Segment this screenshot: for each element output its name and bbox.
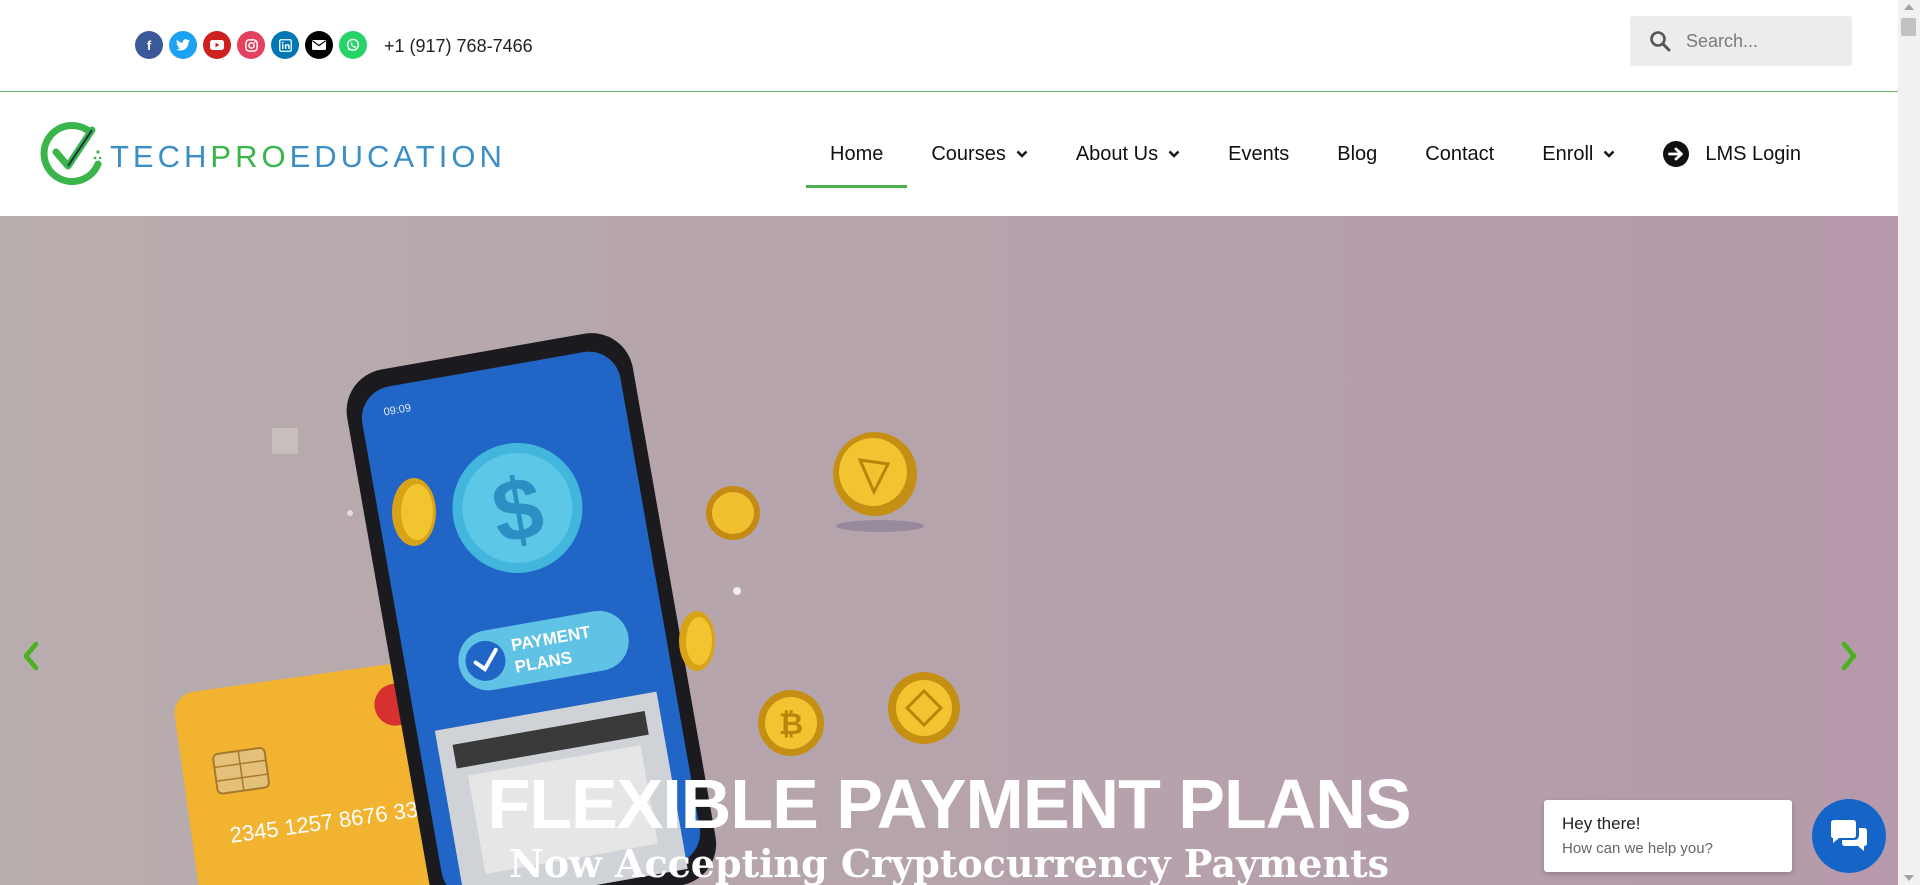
nav-item-label: Home [830,142,884,165]
hero-slider: 2345 1257 8676 334 09:09 $ PAYMENT PLANS [0,216,1898,885]
chevron-down-icon [1168,150,1180,158]
page-scrollbar[interactable] [1898,0,1920,885]
scroll-thumb[interactable] [1901,18,1916,36]
slider-prev-arrow-icon[interactable] [18,638,42,674]
search-box[interactable] [1630,16,1852,66]
coin-image [833,432,924,532]
social-links: f [135,31,367,59]
site-logo[interactable]: TECHPROEDUCATION [40,118,506,190]
arrow-right-circle-icon [1663,141,1690,167]
lms-login-button[interactable]: LMS Login [1639,132,1825,176]
coin-image [706,486,760,540]
nav-item-label: Courses [931,142,1006,165]
nav-item-about-us[interactable]: About Us [1052,132,1204,176]
coin-image [392,478,436,546]
nav-item-label: Enroll [1542,142,1594,165]
coin-image: ₿ [758,690,824,756]
main-header: TECHPROEDUCATION Home Courses About Us E… [0,92,1898,215]
logo-wordmark: TECHPROEDUCATION [110,139,506,175]
linkedin-icon[interactable] [271,31,299,59]
chat-bubbles-icon [1831,820,1867,851]
chat-greeting-text: How can we help you? [1562,840,1713,857]
nav-item-label: Events [1228,142,1290,165]
svg-text:₿: ₿ [779,708,803,741]
chat-greeting-title: Hey there! [1562,814,1641,833]
nav-item-label: Blog [1337,142,1378,165]
envelope-icon[interactable] [305,31,333,59]
chat-greeting-bubble[interactable]: Hey there! How can we help you? [1544,800,1792,872]
main-nav: Home Courses About Us Events Blog Contac… [806,132,1825,188]
top-bar: f +1 (917) 768-7466 [0,0,1898,92]
nav-item-courses[interactable]: Courses [907,132,1051,176]
logo-checkmark-icon [40,122,102,185]
chat-open-button[interactable] [1812,799,1886,873]
whatsapp-icon[interactable] [339,31,367,59]
instagram-icon[interactable] [237,31,265,59]
nav-item-enroll[interactable]: Enroll [1518,132,1639,176]
nav-item-contact[interactable]: Contact [1401,132,1518,176]
slider-next-arrow-icon[interactable] [1838,638,1862,674]
twitter-icon[interactable] [169,31,197,59]
logo-word-pro: PRO [210,139,290,174]
chevron-down-icon [1604,150,1615,158]
lms-login-label: LMS Login [1705,142,1801,165]
nav-item-blog[interactable]: Blog [1313,132,1401,176]
nav-item-label: Contact [1425,142,1495,165]
scroll-down-arrow-icon[interactable] [1904,875,1914,881]
coin-image [888,672,960,744]
phone-number[interactable]: +1 (917) 768-7466 [384,36,533,57]
youtube-icon[interactable] [203,31,231,59]
nav-item-home[interactable]: Home [806,132,908,188]
facebook-icon[interactable]: f [135,31,163,59]
logo-word-education: EDUCATION [289,139,506,174]
chevron-down-icon [1016,150,1028,158]
nav-item-label: About Us [1075,142,1159,165]
search-input[interactable] [1684,29,1848,53]
scroll-up-arrow-icon[interactable] [1904,4,1914,10]
coin-image [679,611,715,671]
logo-word-tech: TECH [110,139,211,174]
nav-item-events[interactable]: Events [1204,132,1313,176]
search-icon[interactable] [1648,29,1672,53]
